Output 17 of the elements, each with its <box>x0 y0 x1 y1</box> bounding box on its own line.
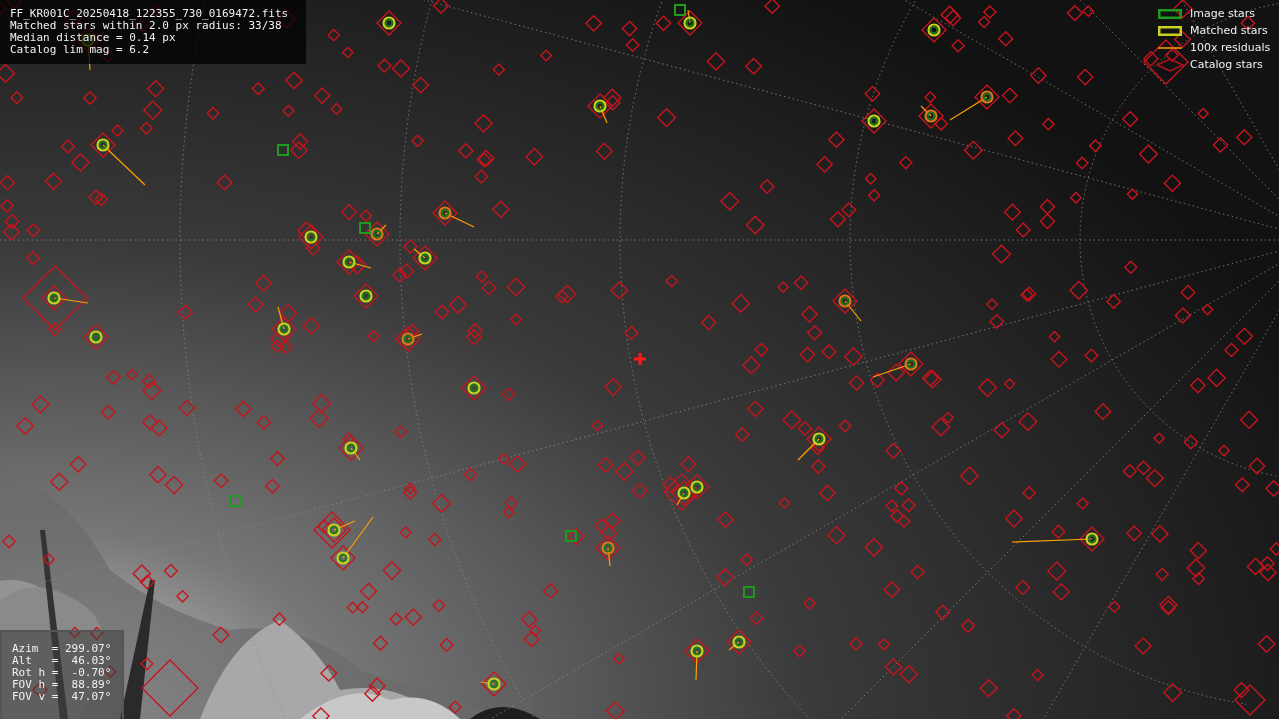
pointing-text: FOV h = 88.89° <box>12 679 113 691</box>
line-icon <box>1158 46 1182 49</box>
legend-label: Catalog stars <box>1190 58 1263 71</box>
pointing-text: FOV v = 47.07° <box>12 691 113 703</box>
info-text: FF_KR001C_20250418_122355_730_0169472.fits <box>10 8 290 20</box>
legend-label: Matched stars <box>1190 24 1268 37</box>
diamond-icon <box>1156 57 1184 72</box>
rectangle-icon <box>1158 25 1182 36</box>
info-text: Median distance = 0.14 px <box>10 32 177 44</box>
legend-label: Image stars <box>1190 7 1255 20</box>
legend-label: 100x residuals <box>1190 41 1271 54</box>
pointing-text: Rot h = -0.70° <box>12 667 113 679</box>
info-text: Catalog lim mag = 6.2 <box>10 44 151 56</box>
pointing-text: Azim = 299.07° <box>12 643 113 655</box>
pointing-text: Alt = 46.03° <box>12 655 113 667</box>
rectangle-icon <box>1158 8 1182 19</box>
info-text: Matched stars within 2.0 px radius: 33/38 <box>10 20 282 32</box>
